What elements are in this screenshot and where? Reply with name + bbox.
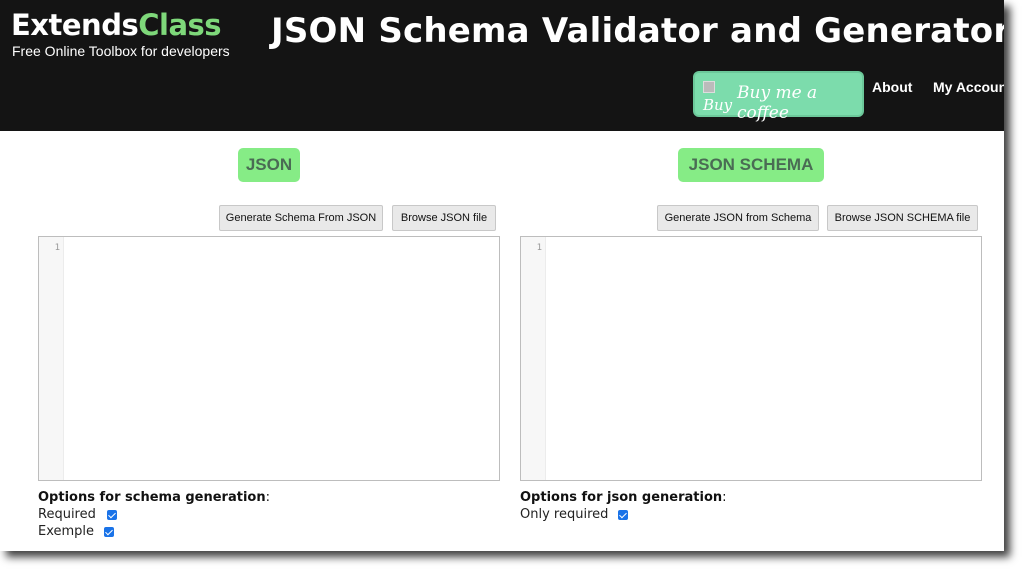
option-exemple-label: Exemple [38,524,95,539]
line-number: 1 [536,243,542,253]
option-required-label: Required [38,507,96,522]
editor-gutter: 1 [39,237,64,480]
line-number: 1 [54,243,60,253]
page-title: JSON Schema Validator and Generator [271,11,1004,51]
browser-viewport: ExtendsClass Free Online Toolbox for dev… [0,0,1004,551]
site-tagline: Free Online Toolbox for developers [12,43,230,59]
logo-main: Extends [11,8,139,42]
json-schema-editor[interactable]: 1 [520,236,982,481]
browse-json-button[interactable]: Browse JSON file [392,205,496,231]
nav-about-link[interactable]: About [872,79,912,95]
option-exemple-checkbox[interactable] [104,527,114,537]
browse-json-schema-button[interactable]: Browse JSON SCHEMA file [827,205,978,231]
option-only-required-checkbox[interactable] [618,510,628,520]
site-logo[interactable]: ExtendsClass [11,8,222,42]
editor-gutter: 1 [521,237,546,480]
generate-json-button[interactable]: Generate JSON from Schema [657,205,819,231]
coffee-label: Buy me a coffee [737,83,818,123]
broken-image-icon: Buy [703,81,732,113]
generate-schema-button[interactable]: Generate Schema From JSON [219,205,383,231]
json-schema-heading: JSON SCHEMA [678,148,824,182]
site-header: ExtendsClass Free Online Toolbox for dev… [0,0,1004,131]
schema-options-title: Options for schema generation: [38,490,270,505]
logo-accent: Class [138,8,222,42]
json-editor[interactable]: 1 [38,236,500,481]
buy-me-a-coffee-button[interactable]: Buy Buy me a coffee [695,73,862,123]
option-required-checkbox[interactable] [107,510,117,520]
nav-my-account-link[interactable]: My Account [933,79,1004,95]
json-options-title: Options for json generation: [520,490,727,505]
coffee-image-alt: Buy [703,96,733,114]
option-only-required-label: Only required [520,507,609,522]
json-heading: JSON [238,148,300,182]
